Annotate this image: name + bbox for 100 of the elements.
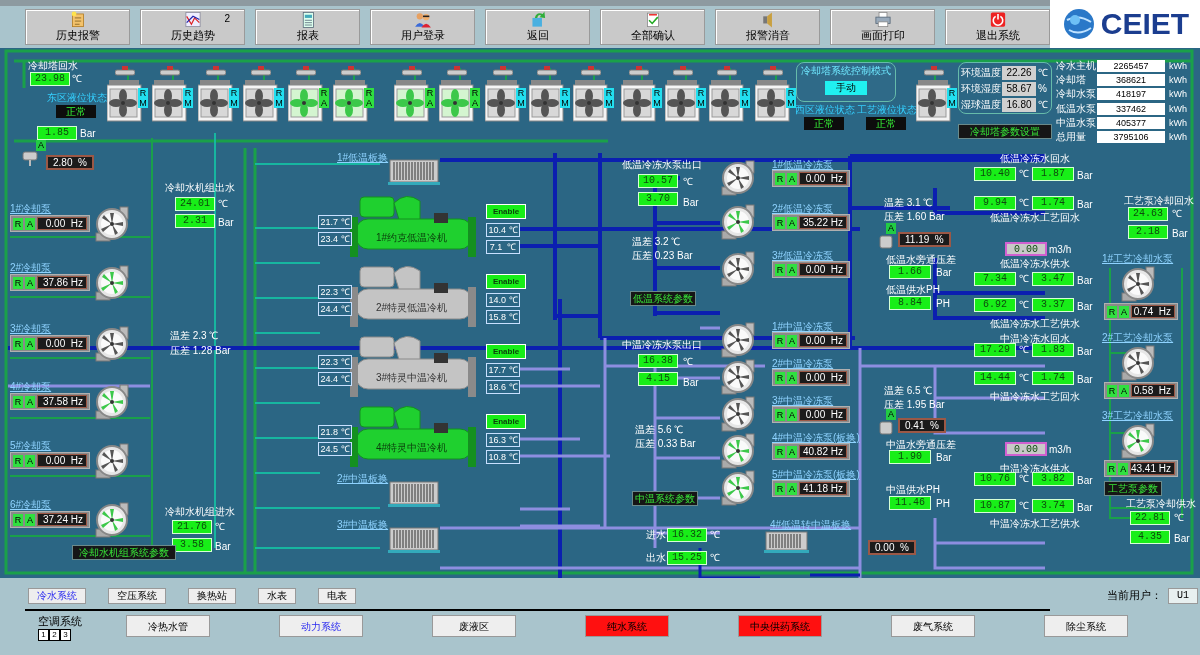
system-tab[interactable]: 空压系统 [108,587,166,604]
toolbar-button[interactable]: 返回 [485,9,590,45]
frequency-value: 35.22 Hz [799,216,847,229]
reading-value: 2.31 [175,214,215,228]
unit-label: Bar [936,267,952,279]
control-mode-value[interactable]: 手动 [825,81,867,95]
pump-link[interactable]: 4#冷却泵 [10,381,52,393]
reading-value: 3.82 [1032,472,1074,486]
status-value: 正常 [804,117,844,130]
subsystem-button[interactable]: 动力系统 [279,615,363,637]
unit-label: ℃ [1019,344,1029,356]
settings-button[interactable]: 冷却塔参数设置 [958,124,1052,139]
pump-link[interactable]: 1#工艺冷却水泵 [1102,253,1174,265]
valve-icon [341,66,361,76]
pump-link[interactable]: 4#中温冷冻泵(板换) [772,432,860,444]
subsystem-button[interactable]: 废气系统 [891,615,975,637]
frequency-value: 0.00 Hz [799,371,847,384]
parameters-button[interactable]: 工艺泵参数 [1104,481,1162,496]
parameters-button[interactable]: 冷却水机组系统参数 [72,545,176,560]
system-tab[interactable]: 电表 [318,587,356,604]
subsystem-button[interactable]: 废液区 [432,615,516,637]
button-label: 退出系统 [975,29,1020,42]
reading-value: 2.18 [1128,225,1168,239]
pump-link[interactable]: 2#低温冷冻泵 [772,203,834,215]
toolbar-button[interactable]: 用户登录 [370,9,475,45]
status-tag: A [787,263,797,276]
valve-icon [629,66,649,76]
status-tag: R [1107,384,1117,397]
heat-exchanger-link[interactable]: 1#低温板换 [337,152,389,164]
system-tab[interactable]: 冷水系统 [28,587,86,604]
unit-label: PH [936,498,950,510]
toolbar-button[interactable]: 历史趋势 2 [140,9,245,45]
frequency-value: 0.00 Hz [37,454,87,467]
page-button[interactable]: 2 [49,629,60,641]
pump-link[interactable]: 1#冷却泵 [10,203,52,215]
energy-label: 中温水泵 [1056,116,1096,129]
unit-label: Bar [1077,199,1093,211]
reading-value: 1.85 [37,126,77,140]
pump-link[interactable]: 2#中温冷冻泵 [772,358,834,370]
current-user-value: U1 [1168,587,1198,604]
unit-label: Bar [1174,533,1190,545]
status-label: 工艺液位状态 [857,104,917,116]
pump-link[interactable]: 3#冷却泵 [10,323,52,335]
heat-exchanger-link[interactable]: 3#中温板换 [337,519,389,531]
pump-link[interactable]: 1#低温冷冻泵 [772,159,834,171]
toolbar-button[interactable]: 报表 [255,9,360,45]
pump-link[interactable]: 1#中温冷冻泵 [772,321,834,333]
fan-mode-tag: R M [604,88,614,108]
enable-button[interactable]: Enable [486,414,526,429]
toolbar-button[interactable]: 画面打印 [830,9,935,45]
enable-button[interactable]: Enable [486,344,526,359]
toolbar-button[interactable]: 历史报警 [25,9,130,45]
valve-icon [206,66,226,76]
status-tag: R [1107,305,1117,318]
pump-link[interactable]: 2#冷却泵 [10,262,52,274]
pump-link[interactable]: 5#冷却泵 [10,440,52,452]
temperature-value: 16.3 ℃ [486,433,520,447]
status-label: 西区液位状态 [795,104,855,116]
frequency-value: 37.58 Hz [37,395,87,408]
frequency-value: 0.00 Hz [799,334,847,347]
system-tab[interactable]: 换热站 [188,587,236,604]
subsystem-button[interactable]: 中央供药系统 [738,615,822,637]
status-tag: A [787,408,797,421]
enable-button[interactable]: Enable [486,274,526,289]
pump-link[interactable]: 3#中温冷冻泵 [772,395,834,407]
unit-label: Bar [218,217,234,229]
pump-link[interactable]: 3#低温冷冻泵 [772,250,834,262]
ph-label: 低温供水PH [886,284,940,296]
environment-value: 22.26 [1002,66,1036,80]
chiller-name: 3#特灵中温冷机 [376,372,448,384]
energy-label: 冷水主机 [1056,60,1096,72]
enable-button[interactable]: Enable [486,204,526,219]
unit-label: Bar [1077,275,1093,287]
page-button[interactable]: 3 [60,629,71,641]
fan-mode-tag: R M [652,88,662,108]
subsystem-button[interactable]: 冷热水管 [126,615,210,637]
unit-label: Bar [1172,228,1188,240]
parameters-button[interactable]: 低温系统参数 [630,291,696,306]
toolbar-button[interactable]: 报警消音 [715,9,820,45]
pump-link[interactable]: 3#工艺冷却水泵 [1102,410,1174,422]
status-tag: A [1119,384,1129,397]
toolbar-button[interactable]: 全部确认 [600,9,705,45]
parameters-button[interactable]: 中温系统参数 [632,491,698,506]
outlet-label: 出水 [646,552,666,564]
subsystem-button[interactable]: 除尘系统 [1044,615,1128,637]
unit-label: kWh [1169,102,1187,115]
system-tab[interactable]: 水表 [258,587,296,604]
status-tag: A [787,445,797,458]
valve-mode-tag: A [886,409,896,420]
toolbar-button[interactable]: 退出系统 [945,9,1050,45]
pump-link[interactable]: 5#中温冷冻泵(板换) [772,469,860,481]
temperature-value: 14.0 ℃ [486,293,520,307]
subsystem-button[interactable]: 纯水系统 [585,615,669,637]
unit-label: kWh [1169,60,1187,72]
flow-value: 0.00 [1005,242,1047,256]
pump-link[interactable]: 2#工艺冷却水泵 [1102,332,1174,344]
pump-link[interactable]: 6#冷却泵 [10,499,52,511]
pipe-line-label: 低温冷冻水供水 [1000,258,1070,270]
heat-exchanger-link[interactable]: 2#中温板换 [337,473,389,485]
page-button[interactable]: 1 [38,629,49,641]
